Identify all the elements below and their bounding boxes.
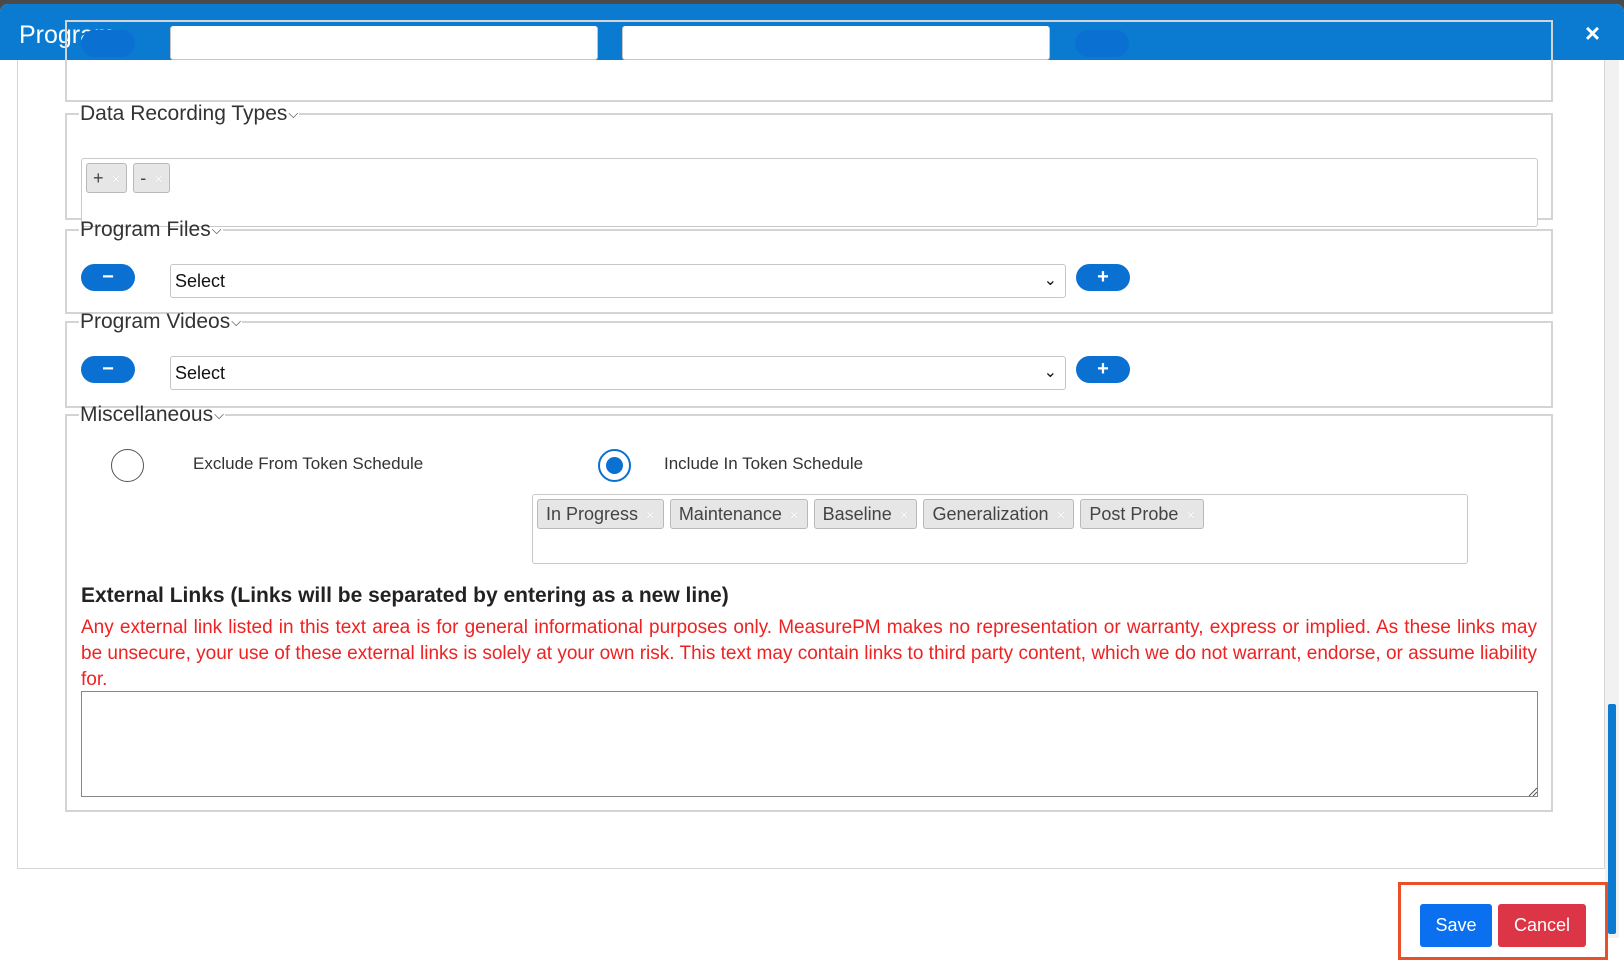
- tag-minus[interactable]: - ×: [133, 163, 171, 194]
- tag-remove-icon[interactable]: ×: [790, 507, 799, 524]
- token-phase-tagbox[interactable]: In Progress × Maintenance × Baseline × General…: [532, 494, 1468, 565]
- program-modal: Program × Data Recording Types⌵ + × - × Pro…: [0, 4, 1624, 961]
- include-token-schedule-radio[interactable]: [598, 449, 631, 483]
- tag-label: In Progress: [546, 504, 639, 525]
- tag-remove-icon[interactable]: ×: [112, 171, 121, 188]
- program-files-section: Program Files⌵ − Select ⌄ +: [65, 218, 1553, 314]
- legend-text: Program Videos: [80, 310, 231, 333]
- tag-label: Generalization: [932, 504, 1049, 525]
- prev-select-2[interactable]: [622, 26, 1050, 60]
- select-value: Select: [175, 271, 226, 292]
- tag-baseline[interactable]: Baseline ×: [813, 499, 918, 530]
- program-videos-add-button[interactable]: +: [1076, 356, 1130, 384]
- tag-remove-icon[interactable]: ×: [1186, 507, 1195, 524]
- tag-label: Maintenance: [678, 504, 782, 525]
- legend-text: Data Recording Types: [80, 102, 288, 125]
- include-token-schedule-label: Include In Token Schedule: [664, 454, 864, 474]
- program-files-remove-button[interactable]: −: [81, 264, 135, 292]
- program-files-legend[interactable]: Program Files⌵: [79, 218, 223, 242]
- minus-icon: −: [102, 266, 114, 289]
- chevron-down-icon: ⌵: [214, 407, 224, 423]
- miscellaneous-section: Miscellaneous⌵ Exclude From Token Schedu…: [65, 403, 1553, 812]
- tag-label: +: [93, 168, 104, 189]
- minus-icon: −: [102, 358, 114, 381]
- exclude-token-schedule-label: Exclude From Token Schedule: [193, 454, 424, 474]
- prev-remove-button[interactable]: [81, 30, 135, 57]
- tag-label: Baseline: [822, 504, 892, 525]
- tag-generalization[interactable]: Generalization ×: [923, 499, 1075, 530]
- tag-remove-icon[interactable]: ×: [900, 507, 909, 524]
- plus-icon: +: [1097, 266, 1109, 289]
- resize-grip-icon[interactable]: [1528, 787, 1538, 797]
- chevron-down-icon: ⌵: [288, 106, 299, 122]
- program-videos-select[interactable]: Select ⌄: [170, 356, 1066, 391]
- vertical-scrollbar[interactable]: [1605, 60, 1619, 938]
- tag-remove-icon[interactable]: ×: [154, 171, 163, 188]
- program-videos-section: Program Videos⌵ − Select ⌄ +: [65, 310, 1553, 408]
- chevron-down-icon: ⌵: [211, 222, 222, 238]
- chevron-down-icon: ⌄: [1043, 272, 1057, 290]
- legend-text: Program Files: [80, 218, 211, 241]
- scrollbar-thumb[interactable]: [1608, 704, 1616, 934]
- tag-label: Post Probe: [1089, 504, 1179, 525]
- external-links-heading: External Links (Links will be separated …: [81, 584, 729, 608]
- external-links-textarea[interactable]: [81, 691, 1538, 798]
- modal-body: Data Recording Types⌵ + × - × Program Files…: [0, 20, 1624, 961]
- plus-icon: +: [1097, 358, 1109, 381]
- data-recording-types-section: Data Recording Types⌵ + × - ×: [65, 102, 1553, 228]
- prev-add-button[interactable]: [1075, 30, 1129, 57]
- select-value: Select: [175, 363, 226, 384]
- exclude-token-schedule-radio[interactable]: [111, 449, 144, 483]
- tag-maintenance[interactable]: Maintenance ×: [669, 499, 808, 530]
- chevron-down-icon: ⌵: [231, 314, 242, 330]
- close-icon[interactable]: ×: [1585, 19, 1600, 47]
- tag-remove-icon[interactable]: ×: [1057, 507, 1066, 524]
- tag-remove-icon[interactable]: ×: [646, 507, 655, 524]
- miscellaneous-legend[interactable]: Miscellaneous⌵: [79, 403, 225, 427]
- radio-dot: [606, 457, 623, 475]
- tag-in-progress[interactable]: In Progress ×: [537, 499, 664, 530]
- legend-text: Miscellaneous: [80, 403, 214, 426]
- program-files-select[interactable]: Select ⌄: [170, 264, 1066, 299]
- program-videos-legend[interactable]: Program Videos⌵: [79, 310, 242, 334]
- chevron-down-icon: ⌄: [1043, 364, 1057, 382]
- tag-label: -: [140, 168, 147, 189]
- program-videos-remove-button[interactable]: −: [81, 356, 135, 384]
- program-files-add-button[interactable]: +: [1076, 264, 1130, 292]
- prev-select[interactable]: [170, 26, 598, 60]
- highlight-box: [1398, 882, 1608, 960]
- previous-fieldset: [65, 20, 1553, 102]
- external-links-disclaimer: Any external link listed in this text ar…: [81, 617, 1537, 691]
- tag-plus[interactable]: + ×: [86, 163, 128, 194]
- data-recording-types-legend[interactable]: Data Recording Types⌵: [79, 102, 299, 126]
- tag-post-probe[interactable]: Post Probe ×: [1080, 499, 1205, 530]
- form-panel: Data Recording Types⌵ + × - × Program Files…: [17, 20, 1605, 869]
